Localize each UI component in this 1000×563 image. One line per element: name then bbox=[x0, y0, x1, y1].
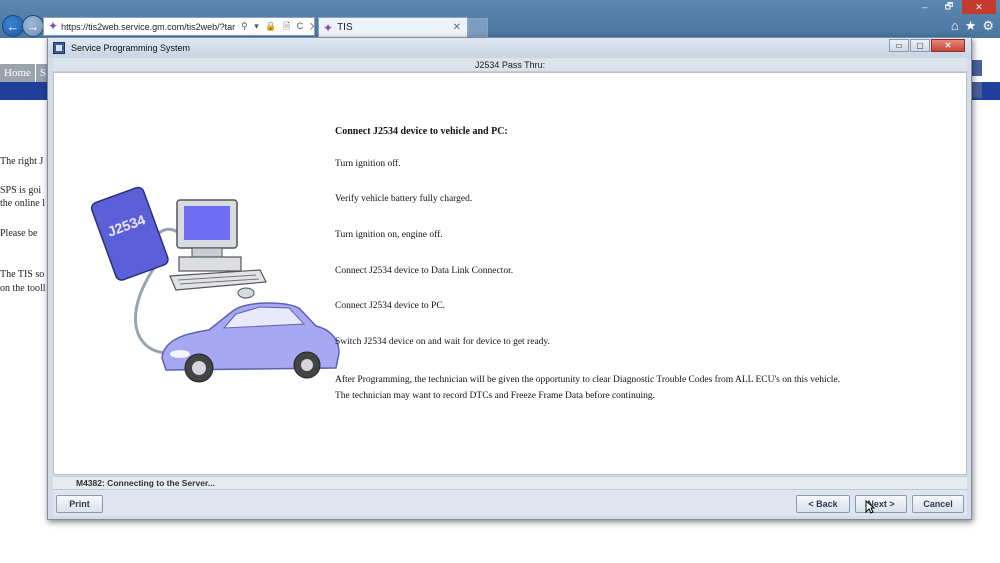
instruction-step: Connect J2534 device to Data Link Connec… bbox=[335, 266, 514, 276]
browser-tool-icons: ⌂ ★ ⚙ bbox=[951, 18, 994, 34]
sps-dialog: Service Programming System ▭ ▢ ✕ J2534 P… bbox=[47, 37, 972, 520]
print-button[interactable]: Print bbox=[56, 495, 103, 513]
instruction-step: Connect J2534 device to PC. bbox=[335, 301, 446, 311]
programming-note: After Programming, the technician will b… bbox=[335, 375, 841, 385]
back-arrow-icon[interactable]: ← bbox=[2, 15, 24, 37]
bg-text-line: SPS is goi bbox=[0, 185, 42, 196]
minimize-icon[interactable]: – bbox=[914, 0, 936, 14]
bg-text-line: the online l bbox=[0, 198, 45, 209]
address-bar[interactable]: ✦ https://tis2web.service.gm.com/tis2web… bbox=[43, 17, 315, 36]
bg-text-line: The right J bbox=[0, 156, 44, 167]
new-tab-button[interactable] bbox=[468, 18, 488, 37]
dialog-minimize-icon[interactable]: ▭ bbox=[889, 39, 909, 52]
restore-icon[interactable]: 🗗 bbox=[938, 0, 960, 14]
dialog-button-bar: Print < Back Next > Cancel bbox=[53, 489, 967, 516]
tab-close-icon[interactable]: ✕ bbox=[453, 22, 461, 33]
step-title: J2534 Pass Thru: bbox=[53, 58, 967, 72]
pc-base-icon bbox=[178, 256, 242, 272]
instruction-step: Verify vehicle battery fully charged. bbox=[335, 194, 473, 204]
instruction-step: Turn ignition on, engine off. bbox=[335, 230, 443, 240]
bg-tab-home[interactable]: Home bbox=[0, 64, 36, 82]
car-icon bbox=[161, 302, 340, 383]
app-window-icon bbox=[53, 42, 65, 54]
programming-note: The technician may want to record DTCs a… bbox=[335, 391, 655, 401]
close-window-icon[interactable]: ✕ bbox=[962, 0, 996, 14]
browser-toolbar: ← → ✦ https://tis2web.service.gm.com/tis… bbox=[0, 0, 1000, 38]
j2534-device-icon bbox=[90, 186, 169, 281]
home-icon[interactable]: ⌂ bbox=[951, 18, 959, 34]
tis-favicon-icon: ✦ bbox=[323, 20, 334, 35]
address-controls[interactable]: ⚲ ▾ 🔒 🗎 C ✕ bbox=[241, 19, 314, 35]
cancel-button[interactable]: Cancel bbox=[912, 495, 964, 513]
tab-tis-label: TIS bbox=[337, 22, 353, 33]
dialog-maximize-icon[interactable]: ▢ bbox=[910, 39, 930, 52]
dialog-window-buttons: ▭ ▢ ✕ bbox=[889, 39, 965, 52]
status-message: M4382: Connecting to the Server... bbox=[53, 476, 967, 489]
instruction-step: Turn ignition off. bbox=[335, 159, 401, 169]
background-tabs: Home S bbox=[0, 64, 52, 82]
next-button[interactable]: Next > bbox=[855, 495, 907, 513]
mouse-pointer-icon bbox=[865, 499, 876, 517]
j2534-connection-illustration: J2534 bbox=[90, 186, 340, 383]
bg-text-line: Please be bbox=[0, 228, 38, 239]
window-controls: – 🗗 ✕ bbox=[914, 0, 996, 14]
monitor-screen bbox=[184, 206, 230, 240]
forward-arrow-icon[interactable]: → bbox=[22, 15, 44, 37]
favorites-star-icon[interactable]: ★ bbox=[965, 18, 977, 34]
site-favicon-icon: ✦ bbox=[48, 19, 59, 33]
mouse-icon bbox=[237, 287, 255, 299]
instructions-heading: Connect J2534 device to vehicle and PC: bbox=[335, 126, 508, 137]
dialog-content: J2534 Connect J2534 device to vehicle an… bbox=[53, 72, 967, 475]
dialog-title-bar: Service Programming System ▭ ▢ ✕ bbox=[48, 38, 971, 58]
instruction-step: Switch J2534 device on and wait for devi… bbox=[335, 337, 550, 347]
bg-text-line: on the tooll bbox=[0, 283, 46, 294]
dialog-title: Service Programming System bbox=[71, 43, 191, 53]
dialog-close-icon[interactable]: ✕ bbox=[931, 39, 965, 52]
settings-gear-icon[interactable]: ⚙ bbox=[982, 18, 994, 34]
back-button[interactable]: < Back bbox=[796, 495, 850, 513]
address-url: https://tis2web.service.gm.com/tis2web/?… bbox=[61, 21, 236, 32]
tab-tis[interactable]: ✦ TIS ✕ bbox=[318, 17, 468, 37]
bg-text-line: The TIS so bbox=[0, 269, 45, 280]
